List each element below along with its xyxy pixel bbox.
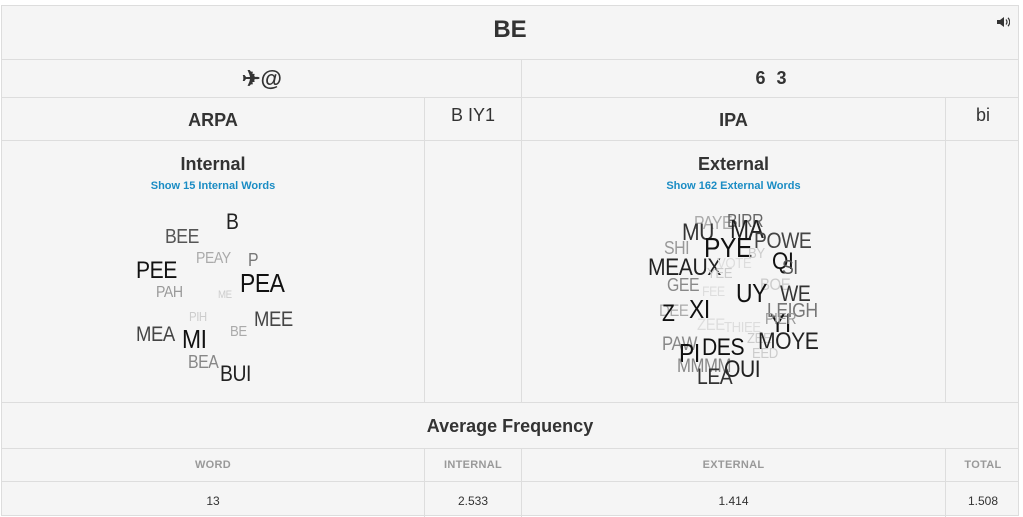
symbol-right: 6 3 [755, 68, 787, 88]
word-title: BE [493, 16, 527, 43]
cell-external: 1.414 [718, 494, 749, 508]
cloud-word: Z [662, 300, 675, 327]
cloud-word: PIH [189, 309, 207, 324]
cloud-word: PEE [136, 257, 177, 284]
ipa-label: IPA [719, 110, 748, 130]
col-header-internal: INTERNAL [443, 459, 502, 471]
cloud-word: MI [182, 324, 207, 354]
external-heading: External [697, 154, 770, 174]
cloud-word: BEA [188, 352, 219, 372]
cloud-word: PEA [240, 268, 285, 298]
ipa-value: bi [975, 105, 990, 125]
cloud-word: MEE [254, 308, 293, 331]
show-external-words-link[interactable]: Show 162 External Words [522, 180, 945, 192]
internal-heading: Internal [180, 154, 246, 174]
col-header-external: EXTERNAL [702, 459, 765, 471]
arpa-value: B IY1 [450, 105, 496, 125]
arpa-label: ARPA [188, 110, 238, 130]
internal-word-cloud: B BEE PEAY P PEE PEA PAH ME PIH MEE BE MEA MI BEA BUI [132, 206, 302, 386]
cloud-word: BEE [165, 226, 199, 248]
symbol-left: ✈@ [242, 66, 282, 91]
cloud-word: ME [218, 289, 232, 301]
cloud-word: PAH [156, 284, 183, 301]
cloud-word: B [226, 209, 239, 234]
cloud-word: BE [230, 323, 247, 340]
cloud-word: BUI [220, 361, 251, 386]
word-card: BE ✈@ 6 3 ARPA B IY1 IPA bi Internal Sho… [1, 5, 1019, 517]
col-header-total: TOTAL [964, 459, 1002, 471]
cloud-word: UY [736, 278, 767, 308]
cloud-word: MEA [136, 323, 175, 346]
external-word-cloud: PAYE BIRR MU MA POWE SHI PYE BY QI MEAUX VOTE SI GEE… [642, 206, 832, 389]
speaker-icon[interactable] [996, 16, 1011, 31]
cloud-word: YEE [707, 265, 733, 282]
cloud-word: GEE [667, 275, 700, 295]
cloud-word: PIER [765, 311, 797, 328]
cloud-word: PEAY [196, 250, 231, 267]
cloud-word: P [248, 250, 259, 270]
cell-total: 1.508 [967, 494, 999, 508]
frequency-title: Average Frequency [426, 416, 594, 436]
cell-internal: 2.533 [457, 494, 489, 508]
col-header-word: WORD [194, 459, 232, 471]
show-internal-words-link[interactable]: Show 15 Internal Words [2, 180, 424, 192]
cloud-word: ZEE [697, 315, 725, 334]
cell-word: 13 [206, 494, 220, 508]
cloud-word: LEA [697, 364, 733, 389]
